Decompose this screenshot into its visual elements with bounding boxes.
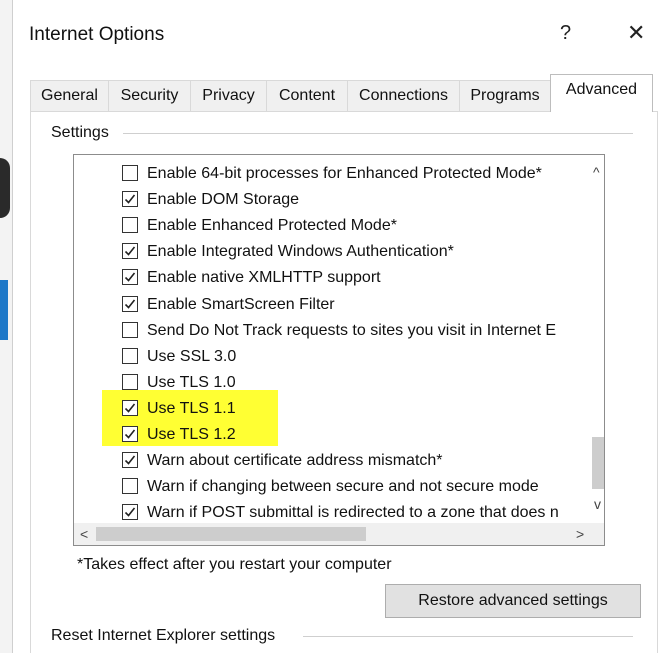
checkmark-icon: [124, 299, 136, 309]
checkbox-checked[interactable]: [122, 269, 138, 286]
tab-general[interactable]: General: [30, 80, 109, 112]
checkbox-checked[interactable]: [122, 504, 138, 521]
checkbox-checked[interactable]: [122, 191, 138, 208]
setting-option-label: Use TLS 1.1: [147, 399, 236, 417]
scroll-left-icon[interactable]: <: [80, 527, 88, 541]
background-shape: [0, 158, 10, 218]
tab-programs[interactable]: Programs: [459, 80, 551, 112]
checkmark-icon: [124, 272, 136, 283]
horizontal-scroll-thumb[interactable]: [96, 527, 366, 541]
checkbox-checked[interactable]: [122, 399, 138, 416]
setting-option-label: Enable native XMLHTTP support: [147, 269, 381, 287]
background-window: [0, 0, 12, 653]
restart-note: *Takes effect after you restart your com…: [77, 556, 392, 573]
background-shape: [0, 280, 8, 340]
checkbox-unchecked[interactable]: [122, 217, 138, 234]
setting-option-label: Use TLS 1.2: [147, 426, 236, 443]
setting-option-label: Use TLS 1.0: [147, 373, 236, 391]
setting-option-label: Use SSL 3.0: [147, 347, 237, 365]
scroll-down-icon[interactable]: v: [594, 497, 601, 511]
checkbox-checked[interactable]: [122, 452, 138, 469]
checkmark-icon: [124, 455, 136, 465]
checkbox-unchecked[interactable]: [122, 347, 138, 364]
scroll-up-icon[interactable]: ^: [593, 165, 600, 179]
setting-option-label: Enable DOM Storage: [147, 191, 300, 209]
tab-content[interactable]: Content: [266, 80, 348, 112]
checkbox-checked[interactable]: [122, 243, 138, 260]
internet-options-dialog: Internet Options ? ✕ General Security Pr…: [12, 0, 661, 653]
setting-option-label: Enable Integrated Windows Authentication…: [147, 243, 454, 261]
checkbox-checked[interactable]: [122, 426, 138, 442]
help-button[interactable]: ?: [560, 22, 571, 45]
checkmark-icon: [124, 507, 136, 517]
setting-option-label: Warn about certificate address mismatch*: [147, 452, 443, 470]
vertical-scrollbar[interactable]: ^ v: [591, 155, 604, 521]
setting-option-label: Enable Enhanced Protected Mode*: [147, 217, 397, 235]
checkmark-icon: [124, 403, 136, 413]
horizontal-scrollbar[interactable]: < >: [74, 523, 604, 545]
scroll-right-icon[interactable]: >: [576, 527, 584, 541]
setting-option-label: Enable 64-bit processes for Enhanced Pro…: [147, 165, 542, 182]
checkbox-unchecked[interactable]: [122, 165, 138, 181]
close-button[interactable]: ✕: [627, 20, 645, 46]
checkmark-icon: [124, 429, 136, 439]
checkbox-unchecked[interactable]: [122, 478, 138, 495]
setting-option-label: Enable SmartScreen Filter: [147, 295, 335, 313]
tab-advanced[interactable]: Advanced: [550, 74, 653, 112]
group-divider: [123, 133, 633, 134]
settings-list[interactable]: Enable 64-bit processes for Enhanced Pro…: [73, 154, 605, 546]
reset-group-label: Reset Internet Explorer settings: [51, 627, 284, 645]
tab-security[interactable]: Security: [108, 80, 191, 112]
checkmark-icon: [124, 194, 136, 204]
window-title: Internet Options: [29, 24, 165, 45]
restore-advanced-settings-button[interactable]: Restore advanced settings: [385, 584, 641, 618]
group-divider: [303, 636, 633, 637]
settings-group-label: Settings: [51, 124, 117, 142]
vertical-scroll-thumb[interactable]: [592, 437, 604, 489]
setting-option-label: Warn if changing between secure and not …: [147, 478, 539, 496]
checkbox-unchecked[interactable]: [122, 321, 138, 338]
checkbox-checked[interactable]: [122, 295, 138, 312]
checkmark-icon: [124, 246, 136, 256]
checkbox-unchecked[interactable]: [122, 373, 138, 390]
setting-option-label: Send Do Not Track requests to sites you …: [147, 321, 557, 339]
tab-privacy[interactable]: Privacy: [190, 80, 267, 112]
tab-connections[interactable]: Connections: [347, 80, 460, 112]
